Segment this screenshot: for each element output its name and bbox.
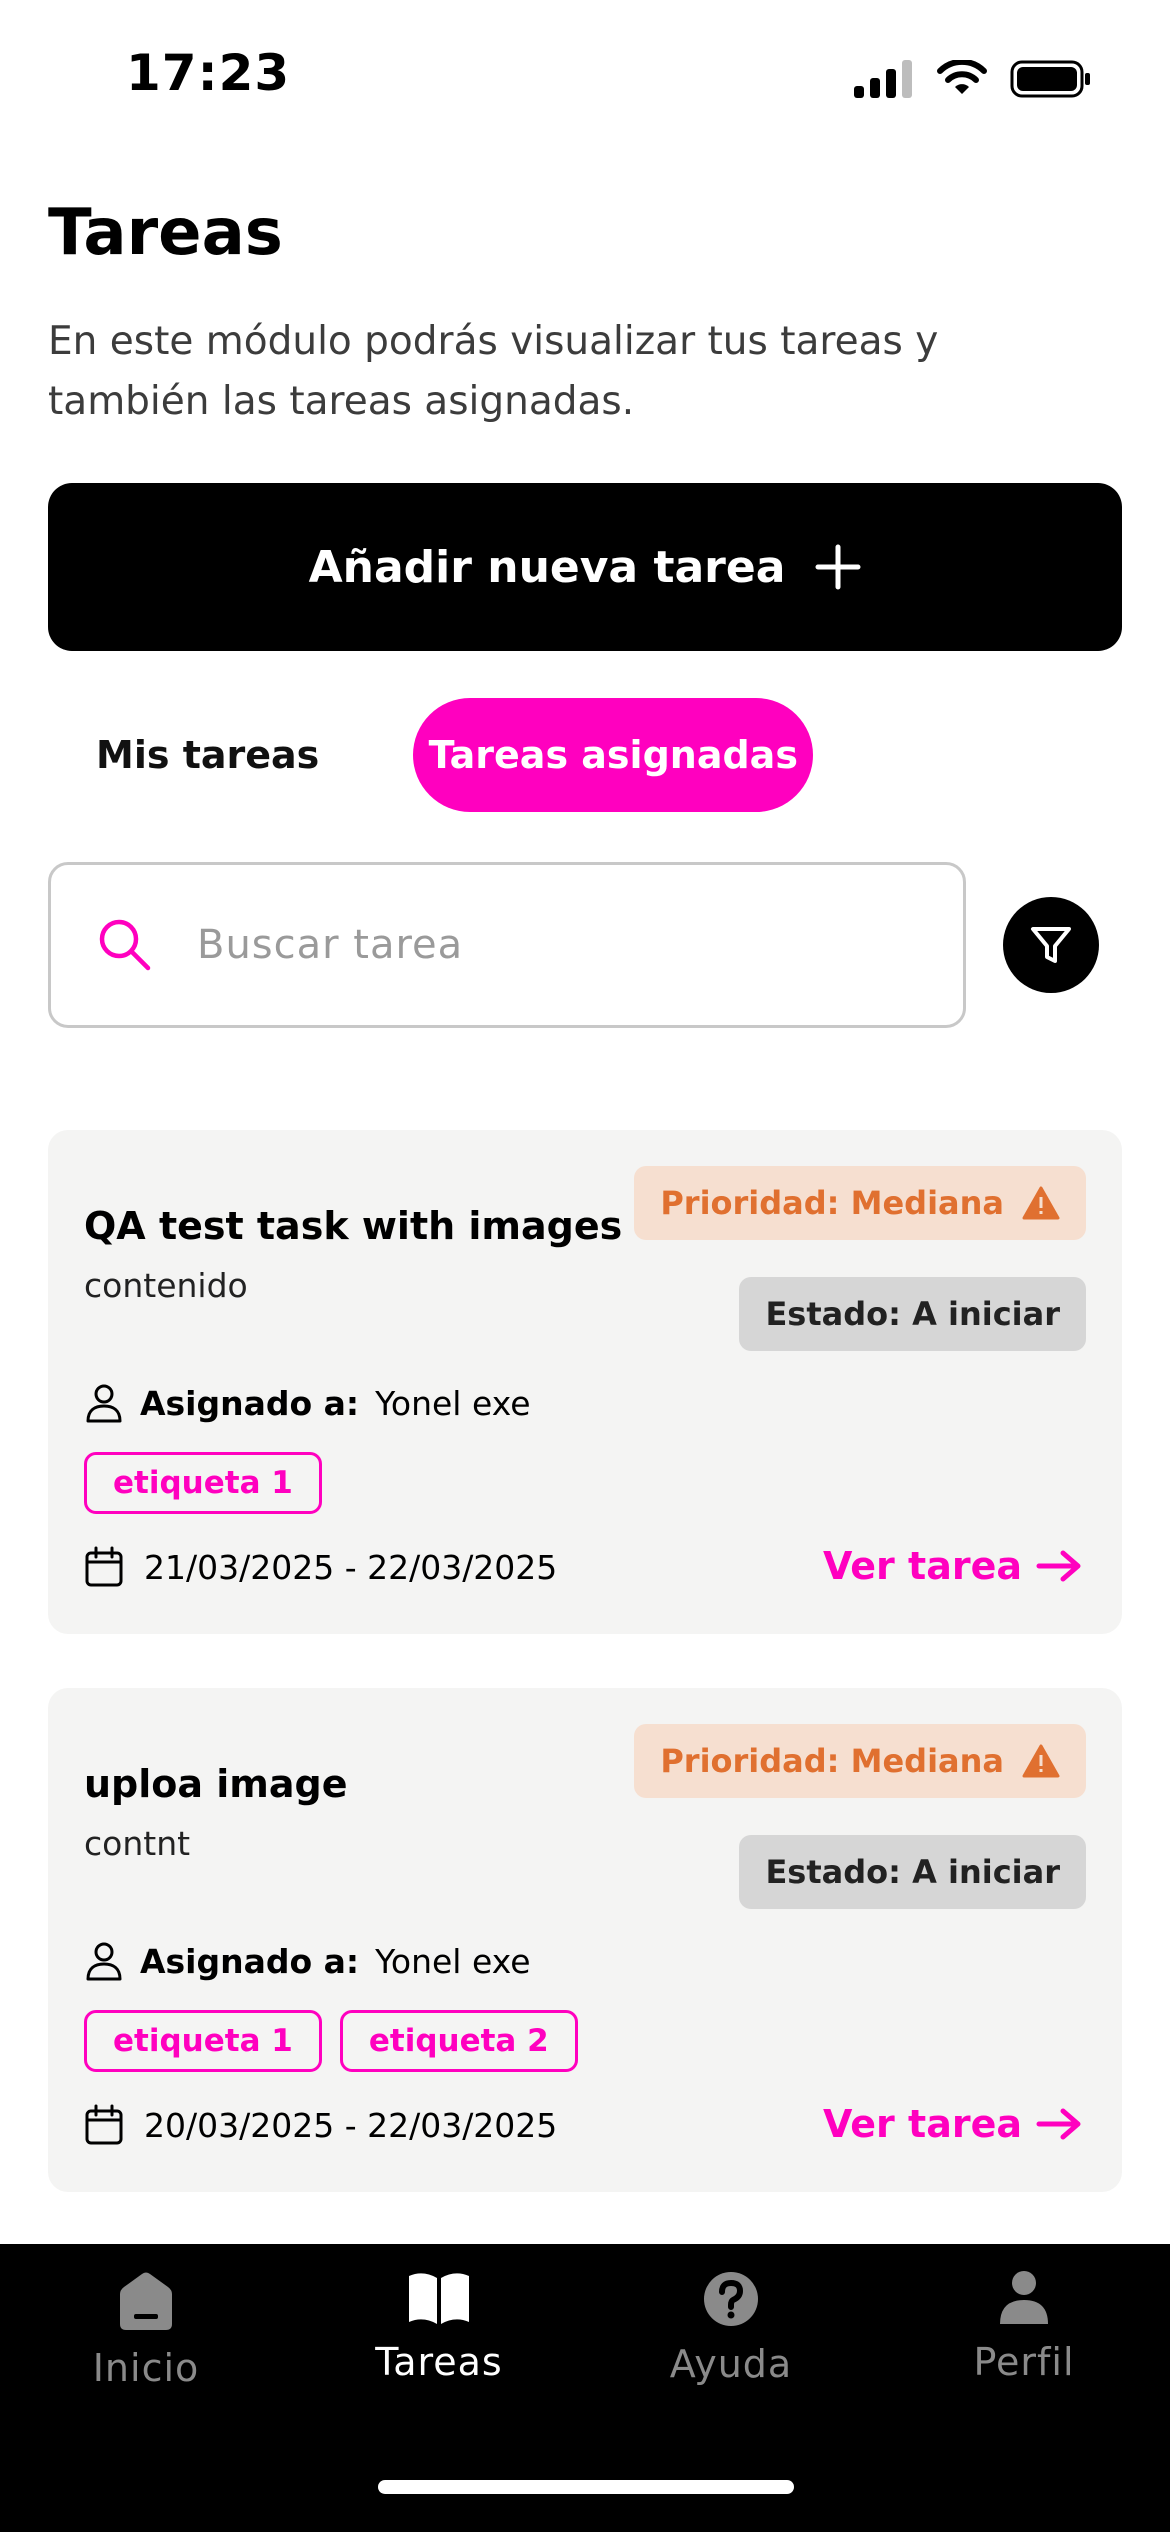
filter-button[interactable] bbox=[1003, 897, 1099, 993]
assigned-label: Asignado a: bbox=[140, 1941, 360, 1981]
task-content: contnt bbox=[84, 1824, 191, 1863]
nav-label: Inicio bbox=[92, 2346, 200, 2390]
assigned-label: Asignado a: bbox=[140, 1383, 360, 1423]
nav-label: Ayuda bbox=[669, 2342, 793, 2386]
search-box bbox=[48, 862, 966, 1028]
date-row: 20/03/2025 - 22/03/2025 bbox=[84, 2100, 557, 2150]
task-card: QA test task with images contenido Prior… bbox=[48, 1130, 1122, 1634]
date-range: 20/03/2025 - 22/03/2025 bbox=[144, 2105, 558, 2145]
assigned-row: Asignado a: Yonel exe bbox=[84, 1378, 531, 1428]
task-tabs: Mis tareas Tareas asignadas bbox=[48, 698, 814, 812]
user-icon bbox=[86, 1942, 122, 1981]
filter-icon bbox=[1031, 927, 1071, 963]
nav-item-perfil[interactable]: Perfil bbox=[914, 2270, 1134, 2384]
task-content: contenido bbox=[84, 1266, 248, 1305]
warning-icon bbox=[1022, 1744, 1060, 1778]
nav-item-ayuda[interactable]: Ayuda bbox=[621, 2270, 841, 2386]
task-card: uploa image contnt Prioridad: Mediana Es… bbox=[48, 1688, 1122, 2192]
user-icon bbox=[1000, 2271, 1048, 2324]
home-icon bbox=[120, 2272, 172, 2330]
assigned-name: Yonel exe bbox=[375, 1383, 531, 1423]
nav-label: Tareas bbox=[375, 2340, 503, 2384]
task-title: uploa image bbox=[84, 1762, 348, 1806]
tag-list: etiqueta 1 bbox=[84, 1452, 322, 1514]
add-task-label: Añadir nueva tarea bbox=[308, 541, 786, 593]
search-input[interactable] bbox=[197, 865, 937, 1025]
status-badge: Estado: A iniciar bbox=[739, 1277, 1086, 1351]
priority-label: Prioridad: Mediana bbox=[660, 1742, 1004, 1780]
home-indicator bbox=[378, 2480, 794, 2494]
book-icon bbox=[409, 2273, 469, 2324]
signal-icon bbox=[854, 60, 912, 98]
view-task-label: Ver tarea bbox=[822, 1544, 1022, 1588]
warning-icon bbox=[1022, 1186, 1060, 1220]
calendar-icon bbox=[85, 1546, 123, 1587]
status-time: 17:23 bbox=[126, 44, 291, 102]
priority-badge: Prioridad: Mediana bbox=[634, 1166, 1086, 1240]
view-task-link[interactable]: Ver tarea bbox=[823, 1538, 1082, 1594]
tag-list: etiqueta 1 etiqueta 2 bbox=[84, 2010, 578, 2072]
page-description: En este módulo podrás visualizar tus tar… bbox=[48, 319, 939, 424]
nav-label: Perfil bbox=[973, 2340, 1075, 2384]
priority-badge: Prioridad: Mediana bbox=[634, 1724, 1086, 1798]
nav-item-tareas[interactable]: Tareas bbox=[329, 2270, 549, 2384]
calendar-icon bbox=[85, 2104, 123, 2145]
battery-icon bbox=[1010, 60, 1090, 98]
tab-mis-tareas[interactable]: Mis tareas bbox=[48, 698, 367, 812]
task-title: QA test task with images bbox=[84, 1204, 623, 1248]
plus-icon bbox=[815, 544, 861, 590]
arrow-right-icon bbox=[1036, 2108, 1081, 2140]
assigned-row: Asignado a: Yonel exe bbox=[84, 1936, 531, 1986]
tag: etiqueta 2 bbox=[339, 2010, 578, 2072]
user-icon bbox=[86, 1384, 122, 1423]
view-task-link[interactable]: Ver tarea bbox=[823, 2096, 1082, 2152]
arrow-right-icon bbox=[1036, 1550, 1081, 1582]
tab-tareas-asignadas[interactable]: Tareas asignadas bbox=[413, 698, 814, 812]
assigned-name: Yonel exe bbox=[375, 1941, 531, 1981]
date-range: 21/03/2025 - 22/03/2025 bbox=[144, 1547, 558, 1587]
add-task-button[interactable]: Añadir nueva tarea bbox=[48, 483, 1122, 651]
view-task-label: Ver tarea bbox=[822, 2102, 1022, 2146]
date-row: 21/03/2025 - 22/03/2025 bbox=[84, 1542, 557, 1592]
search-icon bbox=[99, 919, 151, 971]
nav-item-inicio[interactable]: Inicio bbox=[36, 2270, 256, 2390]
priority-label: Prioridad: Mediana bbox=[660, 1184, 1004, 1222]
page-title: Tareas bbox=[48, 196, 283, 270]
tag: etiqueta 1 bbox=[84, 1452, 322, 1514]
status-badge: Estado: A iniciar bbox=[739, 1835, 1086, 1909]
tag: etiqueta 1 bbox=[84, 2010, 322, 2072]
help-icon bbox=[704, 2272, 758, 2326]
wifi-icon bbox=[937, 60, 987, 94]
status-icons bbox=[854, 56, 1092, 102]
status-bar: 17:23 bbox=[0, 0, 1170, 150]
